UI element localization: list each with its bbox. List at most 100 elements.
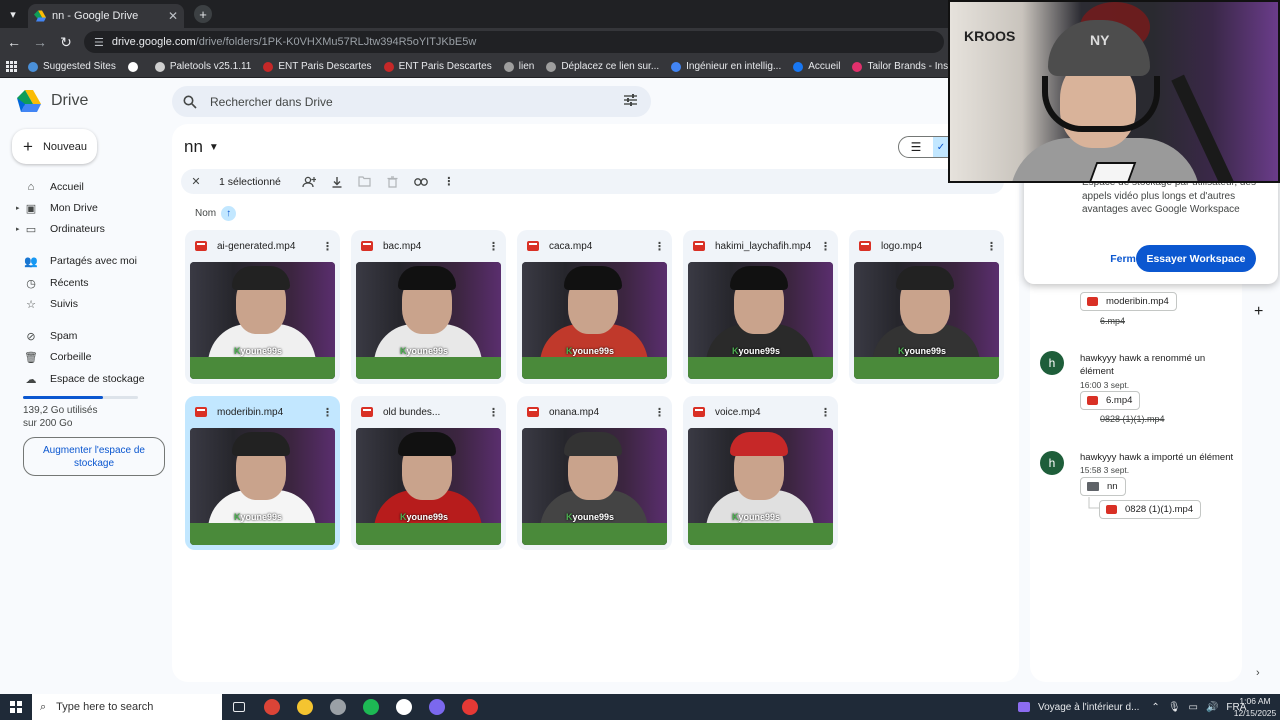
more-options-icon[interactable]: ⋮ (322, 406, 333, 419)
expand-caret-icon[interactable]: ▸ (16, 225, 22, 233)
browser-tab[interactable]: nn - Google Drive ✕ (28, 4, 184, 28)
file-card[interactable]: voice.mp4 ⋮ Kyoune99s (683, 396, 838, 550)
add-icon[interactable]: + (1254, 303, 1263, 321)
app-icon-4[interactable] (453, 694, 486, 720)
tab-close-icon[interactable]: ✕ (168, 9, 178, 23)
bookmark-item[interactable]: Suggested Sites (28, 61, 116, 72)
chevron-up-icon[interactable]: ⌃ (1151, 702, 1159, 713)
sort-control[interactable]: Nom ↑ (195, 206, 237, 221)
back-icon[interactable]: ← (2, 30, 26, 54)
more-options-icon[interactable]: ⋮ (322, 240, 333, 253)
bookmark-item[interactable]: ENT Paris Descartes (383, 61, 492, 72)
video-thumbnail[interactable]: Kyoune99s (688, 262, 833, 379)
app-icon-2[interactable] (387, 694, 420, 720)
file-card[interactable]: bac.mp4 ⋮ Kyoune99s (351, 230, 506, 384)
file-card[interactable]: ai-generated.mp4 ⋮ Kyoune99s (185, 230, 340, 384)
more-actions-icon[interactable]: ⋮ (441, 174, 457, 190)
media-title[interactable]: Voyage à l'intérieur d... (1038, 702, 1139, 713)
bookmark-item[interactable]: Ingénieur en intellig... (671, 61, 781, 72)
more-options-icon[interactable]: ⋮ (654, 406, 665, 419)
file-card[interactable]: onana.mp4 ⋮ Kyoune99s (517, 396, 672, 550)
sidebar-item[interactable]: 🗑 Corbeille (16, 347, 91, 367)
search-icon[interactable] (182, 94, 198, 110)
view-toggle[interactable]: ☰ ✓ (898, 136, 950, 158)
drive-search-bar[interactable]: Rechercher dans Drive (172, 86, 651, 117)
more-options-icon[interactable]: ⋮ (654, 240, 665, 253)
new-button[interactable]: + Nouveau (12, 129, 97, 164)
video-thumbnail[interactable]: Kyoune99s (356, 428, 501, 545)
more-options-icon[interactable]: ⋮ (820, 406, 831, 419)
chevron-right-icon[interactable]: › (1256, 667, 1260, 679)
sidebar-item[interactable]: ◷ Récents (16, 273, 88, 293)
windows-start-icon[interactable] (0, 694, 32, 720)
activity-file-chip[interactable]: 0828 (1)(1).mp4 (1099, 500, 1202, 519)
file-card[interactable]: hakimi_laychafih.mp4 ⋮ Kyoune99s (683, 230, 838, 384)
upgrade-storage-button[interactable]: Augmenter l'espace de stockage (23, 437, 165, 476)
video-thumbnail[interactable]: Kyoune99s (522, 428, 667, 545)
video-thumbnail[interactable]: Kyoune99s (688, 428, 833, 545)
sidebar-item[interactable]: ☆ Suivis (16, 294, 78, 314)
microphone-icon[interactable]: 🎙 (1168, 702, 1181, 713)
app-icon-1[interactable] (321, 694, 354, 720)
activity-file-chip[interactable]: moderibin.mp4 (1080, 292, 1177, 311)
bookmark-item[interactable]: ENT Paris Descartes (263, 61, 372, 72)
spotify-icon[interactable] (354, 694, 387, 720)
download-icon[interactable] (329, 174, 345, 190)
video-thumbnail[interactable]: Kyoune99s (190, 262, 335, 379)
expand-caret-icon[interactable]: ▸ (16, 204, 22, 212)
trash-icon[interactable] (385, 174, 401, 190)
bookmark-item[interactable] (127, 61, 143, 72)
file-card[interactable]: caca.mp4 ⋮ Kyoune99s (517, 230, 672, 384)
new-tab-button[interactable]: + (194, 5, 212, 23)
drive-logo[interactable]: Drive (17, 90, 88, 112)
taskbar-search-input[interactable]: ⌕ Type here to search (32, 694, 222, 720)
sidebar-item[interactable]: ▸ ▣ Mon Drive (16, 198, 98, 218)
link-icon[interactable] (413, 174, 429, 190)
more-options-icon[interactable]: ⋮ (488, 240, 499, 253)
video-thumbnail[interactable]: Kyoune99s (356, 262, 501, 379)
share-icon[interactable] (301, 174, 317, 190)
forward-icon[interactable]: → (28, 30, 52, 54)
video-thumbnail[interactable]: Kyoune99s (190, 428, 335, 545)
volume-icon[interactable]: 🔊 (1206, 702, 1218, 713)
sidebar-item[interactable]: ⌂ Accueil (16, 177, 84, 197)
bookmark-item[interactable]: Paletools v25.1.11 (154, 61, 251, 72)
sidebar-item[interactable]: ⊘ Spam (16, 326, 77, 346)
search-input[interactable]: Rechercher dans Drive (210, 95, 624, 109)
clear-selection-icon[interactable]: ✕ (189, 175, 203, 188)
search-options-icon[interactable] (624, 94, 637, 109)
sidebar-item[interactable]: 👥 Partagés avec moi (16, 251, 137, 271)
sidebar-item[interactable]: ▸ ▭ Ordinateurs (16, 219, 105, 239)
more-options-icon[interactable]: ⋮ (820, 240, 831, 253)
bookmark-item[interactable]: Déplacez ce lien sur... (546, 61, 659, 72)
more-options-icon[interactable]: ⋮ (488, 406, 499, 419)
activity-file-chip[interactable]: 6.mp4 (1080, 391, 1141, 410)
media-icon[interactable] (1018, 702, 1030, 712)
move-icon[interactable] (357, 174, 373, 190)
apps-grid-icon[interactable] (6, 60, 18, 73)
clock[interactable]: 1:06 AM 12/15/2025 (1232, 694, 1278, 720)
bookmark-item[interactable]: Accueil (793, 61, 840, 72)
activity-folder-chip[interactable]: nn (1080, 477, 1126, 496)
more-options-icon[interactable]: ⋮ (986, 240, 997, 253)
video-thumbnail[interactable]: Kyoune99s (522, 262, 667, 379)
file-explorer-icon[interactable] (288, 694, 321, 720)
network-icon[interactable]: ▭ (1189, 702, 1198, 713)
folder-title[interactable]: nn ▼ (184, 137, 219, 157)
file-card[interactable]: old bundes... ⋮ Kyoune99s (351, 396, 506, 550)
task-view-icon[interactable] (222, 694, 255, 720)
reload-icon[interactable]: ↻ (54, 30, 78, 54)
sidebar-item[interactable]: ☁ Espace de stockage (16, 369, 145, 389)
site-info-icon[interactable]: ☰ (94, 36, 104, 49)
list-view-icon[interactable]: ☰ (899, 136, 933, 158)
file-card[interactable]: logo.mp4 ⋮ Kyoune99s (849, 230, 1004, 384)
bookmark-item[interactable]: lien (503, 61, 534, 72)
sort-ascending-icon[interactable]: ↑ (221, 206, 237, 221)
try-workspace-button[interactable]: Essayer Workspace (1136, 245, 1256, 272)
url-field[interactable]: ☰ drive.google.com/drive/folders/1PK-K0V… (84, 31, 944, 53)
app-icon-3[interactable] (420, 694, 453, 720)
file-card[interactable]: moderibin.mp4 ⋮ Kyoune99s (185, 396, 340, 550)
tab-search-icon[interactable]: ▾ (0, 0, 26, 28)
video-thumbnail[interactable]: Kyoune99s (854, 262, 999, 379)
chrome-icon[interactable] (255, 694, 288, 720)
